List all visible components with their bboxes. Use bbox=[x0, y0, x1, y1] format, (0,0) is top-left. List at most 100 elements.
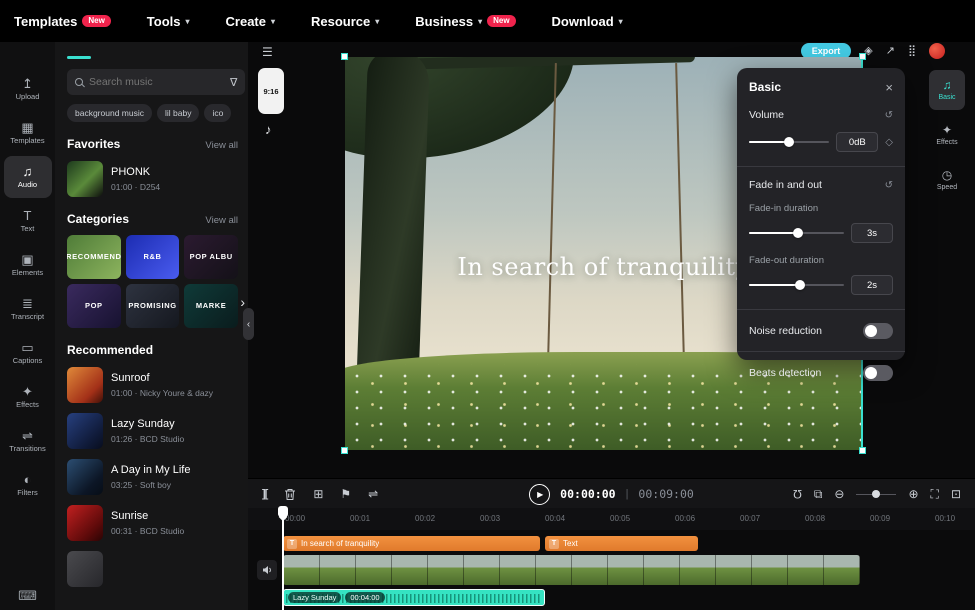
speed-icon: ◷ bbox=[942, 169, 952, 181]
fade-out-slider[interactable] bbox=[749, 280, 844, 290]
text-clip-2[interactable]: T Text bbox=[545, 536, 698, 551]
category-tile-pop[interactable]: POP bbox=[67, 284, 121, 328]
nav-templates[interactable]: Templates New bbox=[14, 14, 111, 29]
sidebar-item-transitions[interactable]: ⇌ Transitions bbox=[4, 420, 52, 462]
fade-in-slider[interactable] bbox=[749, 228, 844, 238]
nav-tools[interactable]: Tools ▾ bbox=[147, 14, 190, 29]
tab-basic[interactable]: ♫ Basic bbox=[929, 70, 965, 110]
chevron-down-icon: ▾ bbox=[375, 17, 379, 26]
sidebar-item-filters[interactable]: ◐ Filters bbox=[4, 464, 52, 506]
timeline-zoom-slider[interactable] bbox=[856, 489, 896, 499]
beats-detection-toggle[interactable] bbox=[863, 365, 893, 381]
menu-icon[interactable]: ☰ bbox=[262, 45, 273, 59]
ruler-tick: 00:08 bbox=[805, 514, 825, 523]
favorite-track-item[interactable]: PHONK 01:00 · D254 bbox=[67, 161, 238, 197]
track-title: A Day in My Life bbox=[111, 464, 190, 478]
apps-grid-icon[interactable]: ⣿ bbox=[908, 46, 916, 57]
selection-handle[interactable] bbox=[341, 447, 348, 454]
filter-icon[interactable]: ∇ bbox=[230, 76, 237, 89]
keyframe-icon[interactable]: ◇ bbox=[885, 137, 893, 148]
nav-business[interactable]: Business ▾ New bbox=[415, 14, 515, 29]
panel-collapse-handle[interactable]: ‹ bbox=[243, 308, 254, 340]
fit-timeline-icon[interactable]: ⛶ bbox=[931, 488, 939, 500]
playhead-handle[interactable] bbox=[278, 506, 288, 517]
recommended-track-item[interactable]: Sunrise 00:31 · BCD Studio bbox=[67, 505, 238, 541]
track-thumbnail bbox=[67, 551, 103, 587]
sidebar-item-upload[interactable]: ↥ Upload bbox=[4, 68, 52, 110]
favorites-title: Favorites bbox=[67, 137, 120, 151]
sidebar-item-text[interactable]: T Text bbox=[4, 200, 52, 242]
nav-resource[interactable]: Resource ▾ bbox=[311, 14, 379, 29]
tag-chip[interactable]: lil baby bbox=[157, 104, 199, 122]
recommended-track-item[interactable]: Sunroof 01:00 · Nicky Youre & dazy bbox=[67, 367, 238, 403]
basic-inspector-panel: Basic × Volume ↺ 0dB ◇ Fade in and out ↺… bbox=[737, 68, 905, 360]
recommended-track-item[interactable] bbox=[67, 551, 238, 587]
screen-mode-icon[interactable]: ⊡ bbox=[951, 488, 961, 500]
categories-view-all[interactable]: View all bbox=[205, 215, 238, 226]
audio-clip[interactable]: Lazy Sunday 00:04:00 bbox=[283, 589, 545, 606]
snap-icon[interactable]: ⧉ bbox=[814, 488, 823, 500]
left-tool-rail: ↥ Upload ▦ Templates ♫ Audio T Text ▣ El… bbox=[0, 42, 55, 610]
category-tile-promising[interactable]: PROMISING bbox=[126, 284, 180, 328]
fade-in-value[interactable]: 3s bbox=[851, 223, 893, 243]
noise-reduction-toggle[interactable] bbox=[863, 323, 893, 339]
aspect-ratio-selector[interactable]: 9:16 bbox=[258, 68, 284, 114]
elements-icon: ▣ bbox=[21, 253, 33, 266]
category-tiles: RECOMMEND R&B POP ALBU POP PROMISING MAR… bbox=[67, 235, 238, 328]
search-input[interactable] bbox=[89, 76, 224, 88]
sidebar-item-audio[interactable]: ♫ Audio bbox=[4, 156, 52, 198]
selection-handle[interactable] bbox=[341, 53, 348, 60]
sidebar-item-transcript[interactable]: ≣ Transcript bbox=[4, 288, 52, 330]
tag-chip[interactable]: background music bbox=[67, 104, 152, 122]
search-music-box[interactable]: ∇ bbox=[67, 69, 245, 95]
keyboard-shortcuts-icon[interactable]: ⌨ bbox=[0, 588, 55, 604]
sidebar-item-templates[interactable]: ▦ Templates bbox=[4, 112, 52, 154]
categories-scroll-right-icon[interactable]: › bbox=[240, 294, 245, 310]
category-tile-pop-album[interactable]: POP ALBU bbox=[184, 235, 238, 279]
play-button[interactable]: ▶ bbox=[529, 484, 550, 505]
category-tile-rnb[interactable]: R&B bbox=[126, 235, 180, 279]
volume-slider[interactable] bbox=[749, 137, 829, 147]
video-editor-app: Templates New Tools ▾ Create ▾ Resource … bbox=[0, 0, 975, 610]
tab-speed[interactable]: ◷ Speed bbox=[929, 160, 965, 200]
mute-track-button[interactable] bbox=[257, 560, 277, 580]
sidebar-item-captions[interactable]: ▭ Captions bbox=[4, 332, 52, 374]
fade-reset-icon[interactable]: ↺ bbox=[885, 180, 893, 191]
sparkle-icon: ✦ bbox=[942, 124, 952, 136]
favorites-view-all[interactable]: View all bbox=[205, 140, 238, 151]
chevron-down-icon: ▾ bbox=[478, 17, 482, 26]
fade-section-title: Fade in and out bbox=[749, 179, 822, 191]
selection-handle[interactable] bbox=[859, 53, 866, 60]
fade-out-value[interactable]: 2s bbox=[851, 275, 893, 295]
sidebar-item-elements[interactable]: ▣ Elements bbox=[4, 244, 52, 286]
tab-effects[interactable]: ✦ Effects bbox=[929, 115, 965, 155]
category-tile-recommend[interactable]: RECOMMEND bbox=[67, 235, 121, 279]
volume-value[interactable]: 0dB bbox=[836, 132, 878, 152]
tag-chip[interactable]: ico bbox=[204, 104, 231, 122]
sidebar-item-effects[interactable]: ✦ Effects bbox=[4, 376, 52, 418]
magnet-icon[interactable]: Ω bbox=[793, 488, 802, 500]
selection-handle[interactable] bbox=[859, 447, 866, 454]
nav-label: Download bbox=[552, 14, 614, 29]
nav-create[interactable]: Create ▾ bbox=[226, 14, 275, 29]
recommended-track-item[interactable]: Lazy Sunday 01:26 · BCD Studio bbox=[67, 413, 238, 449]
volume-reset-icon[interactable]: ↺ bbox=[885, 110, 893, 121]
video-clip[interactable] bbox=[283, 555, 860, 585]
share-icon[interactable]: ↗ bbox=[886, 46, 895, 57]
zoom-out-icon[interactable]: ⊖ bbox=[834, 488, 844, 500]
divider bbox=[737, 309, 905, 310]
text-clip-1[interactable]: T In search of tranquility bbox=[283, 536, 540, 551]
new-badge: New bbox=[487, 15, 515, 27]
playhead[interactable] bbox=[282, 508, 284, 610]
nav-download[interactable]: Download ▾ bbox=[552, 14, 623, 29]
recommended-track-item[interactable]: A Day in My Life 03:25 · Soft boy bbox=[67, 459, 238, 495]
avatar[interactable] bbox=[929, 43, 945, 59]
ruler-tick: 00:07 bbox=[740, 514, 760, 523]
ruler-tick: 00:05 bbox=[610, 514, 630, 523]
close-icon[interactable]: × bbox=[885, 81, 893, 94]
timeline-ruler[interactable]: 00:00 00:01 00:02 00:03 00:04 00:05 00:0… bbox=[248, 508, 975, 530]
tiktok-icon[interactable]: ♪ bbox=[265, 122, 272, 137]
category-tile-market[interactable]: MARKE bbox=[184, 284, 238, 328]
zoom-in-icon[interactable]: ⊕ bbox=[908, 488, 918, 500]
right-tab-strip: ♫ Basic ✦ Effects ◷ Speed bbox=[929, 70, 965, 200]
